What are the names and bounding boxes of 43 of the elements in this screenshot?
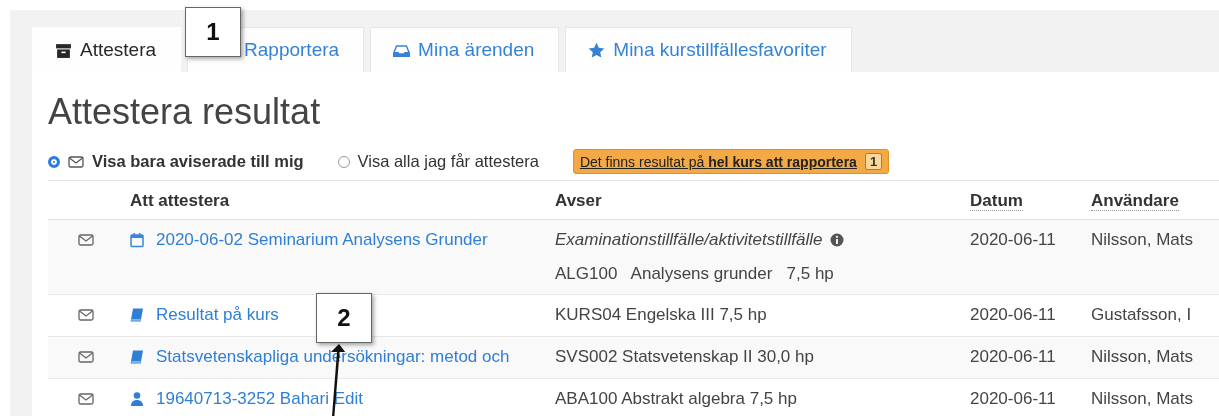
envelope-icon bbox=[78, 309, 94, 321]
table-cell: 2020-06-11 bbox=[970, 347, 1056, 366]
table-cell: Examinationstillfälle/aktivitetstillfälle bbox=[555, 230, 823, 250]
table-cell: 2020-06-11 bbox=[970, 305, 1056, 324]
tab[interactable]: Mina kurstillfällesfavoriter bbox=[565, 27, 852, 72]
table-cell: 2020-06-11 bbox=[970, 230, 1056, 249]
table-cell: Nilsson, Mats bbox=[1091, 347, 1194, 366]
radio-button[interactable] bbox=[337, 155, 350, 168]
column-header[interactable]: Avser bbox=[555, 191, 602, 210]
table-cell: Nilsson, Mats bbox=[1091, 389, 1194, 408]
table-cell: KURS04 Engelska III 7,5 hp bbox=[555, 305, 767, 324]
item-link[interactable]: Resultat på kurs bbox=[156, 305, 279, 325]
callout-tooltip: 1 bbox=[185, 7, 241, 57]
table-cell: SVS002 Statsvetenskap II 30,0 hp bbox=[555, 347, 814, 366]
column-header[interactable]: Användare bbox=[1091, 191, 1179, 211]
envelope-icon bbox=[78, 234, 94, 246]
radio-button[interactable] bbox=[48, 155, 60, 168]
archive-icon bbox=[55, 41, 72, 59]
table-cell: Gustafsson, I bbox=[1091, 305, 1192, 324]
item-link[interactable]: 19640713-3252 Bahari Edit bbox=[156, 389, 363, 409]
column-header[interactable]: Att attestera bbox=[130, 191, 230, 210]
table-cell: ABA100 Abstrakt algebra 7,5 hp bbox=[555, 389, 797, 408]
envelope-icon bbox=[78, 351, 94, 363]
envelope-icon bbox=[68, 155, 84, 168]
column-header[interactable]: Datum bbox=[970, 191, 1023, 211]
table-cell: Nilsson, Mats bbox=[1091, 230, 1194, 249]
tab[interactable]: Mina ärenden bbox=[370, 27, 560, 72]
callout-tooltip: 2 bbox=[316, 293, 372, 343]
user-icon bbox=[130, 391, 144, 407]
calendar-icon bbox=[130, 232, 144, 248]
radio-option[interactable]: Visa alla jag får attestera bbox=[337, 152, 539, 171]
star-icon bbox=[588, 41, 606, 59]
page-title: Attestera resultat bbox=[48, 90, 322, 133]
table-cell: ALG100 Analysens grunder 7,5 hp bbox=[555, 264, 834, 283]
tab[interactable]: Attestera bbox=[32, 27, 182, 72]
info-icon[interactable] bbox=[830, 233, 845, 247]
book-icon bbox=[130, 349, 144, 365]
radio-option[interactable]: Visa bara aviserade till mig bbox=[48, 152, 304, 171]
alert-link[interactable]: Det finns resultat på hel kurs att rapportera bbox=[579, 153, 857, 170]
table-cell: 2020-06-11 bbox=[970, 389, 1056, 408]
count-badge: 1 bbox=[864, 153, 883, 170]
envelope-icon bbox=[78, 393, 94, 405]
book-icon bbox=[130, 307, 144, 323]
